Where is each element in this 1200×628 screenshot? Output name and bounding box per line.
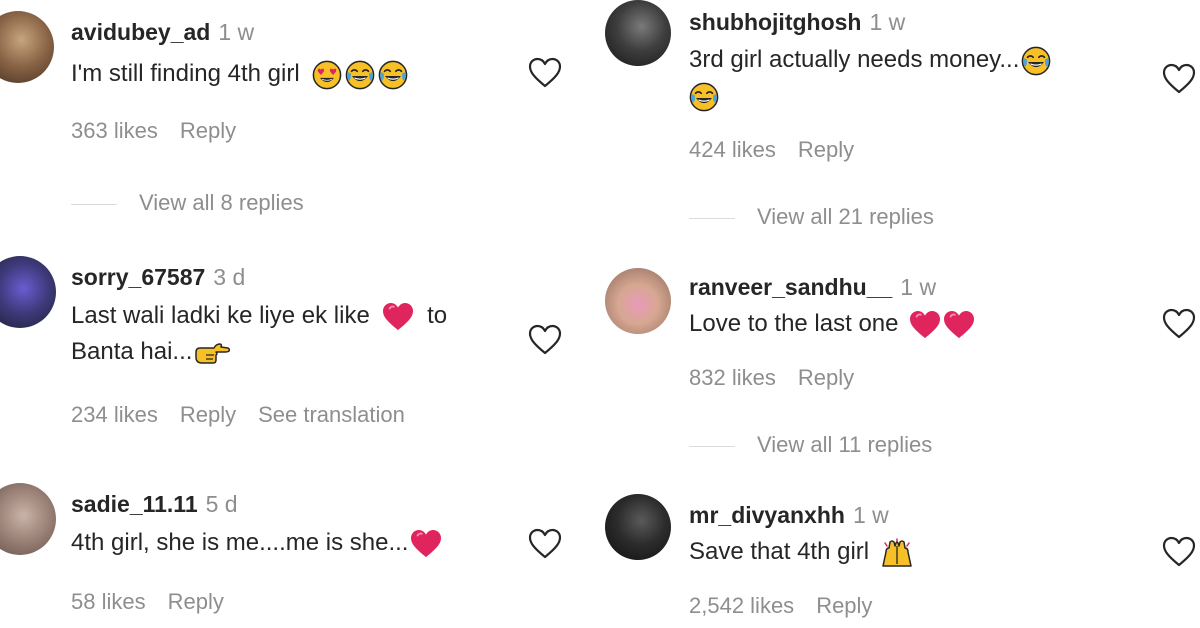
username[interactable]: mr_divyanxhh — [689, 502, 845, 528]
username[interactable]: avidubey_ad — [71, 19, 210, 45]
timestamp[interactable]: 3 d — [213, 264, 245, 290]
comment-text: Last wali ladki ke liye ek like to Banta… — [71, 302, 448, 366]
likes-count[interactable]: 234 likes — [71, 402, 158, 427]
like-heart-icon[interactable] — [1162, 63, 1196, 95]
raised-hands-emoji-icon — [880, 538, 914, 568]
joy-emoji-icon — [345, 60, 375, 90]
username[interactable]: ranveer_sandhu__ — [689, 274, 892, 300]
avatar[interactable] — [605, 0, 671, 66]
likes-count[interactable]: 2,542 likes — [689, 593, 794, 618]
red-heart-emoji-icon — [382, 302, 414, 332]
timestamp[interactable]: 5 d — [206, 491, 238, 517]
avatar[interactable] — [0, 11, 54, 83]
comment-text: 3rd girl actually needs money... — [689, 42, 1139, 114]
joy-emoji-icon — [1021, 46, 1051, 76]
timestamp[interactable]: 1 w — [218, 19, 254, 45]
like-heart-icon[interactable] — [528, 57, 562, 89]
joy-emoji-icon — [378, 60, 408, 90]
divider — [689, 217, 735, 219]
red-heart-emoji-icon — [410, 529, 442, 559]
comment-text: Love to the last one — [689, 306, 975, 342]
like-heart-icon[interactable] — [528, 324, 562, 356]
likes-count[interactable]: 424 likes — [689, 137, 776, 162]
avatar[interactable] — [0, 256, 56, 328]
joy-emoji-icon — [689, 82, 719, 112]
avatar[interactable] — [0, 483, 56, 555]
username[interactable]: shubhojitghosh — [689, 9, 861, 35]
avatar[interactable] — [605, 268, 671, 334]
timestamp[interactable]: 1 w — [900, 274, 936, 300]
view-replies-button[interactable]: View all 11 replies — [689, 431, 932, 459]
likes-count[interactable]: 363 likes — [71, 118, 158, 143]
see-translation-button[interactable]: See translation — [258, 402, 405, 427]
likes-count[interactable]: 832 likes — [689, 365, 776, 390]
pointing-right-emoji-icon — [194, 340, 230, 366]
timestamp[interactable]: 1 w — [869, 9, 905, 35]
username[interactable]: sadie_11.11 — [71, 491, 198, 517]
divider — [71, 203, 117, 205]
view-replies-button[interactable]: View all 21 replies — [689, 203, 934, 231]
reply-button[interactable]: Reply — [798, 365, 854, 390]
comment-text: Save that 4th girl — [689, 534, 914, 570]
like-heart-icon[interactable] — [528, 528, 562, 560]
reply-button[interactable]: Reply — [180, 118, 236, 143]
comment-text: I'm still finding 4th girl — [71, 56, 408, 92]
red-heart-emoji-icon — [909, 310, 941, 340]
like-heart-icon[interactable] — [1162, 536, 1196, 568]
reply-button[interactable]: Reply — [168, 589, 224, 614]
heart-eyes-emoji-icon — [312, 60, 342, 90]
avatar[interactable] — [605, 494, 671, 560]
reply-button[interactable]: Reply — [180, 402, 236, 427]
reply-button[interactable]: Reply — [798, 137, 854, 162]
red-heart-emoji-icon — [943, 310, 975, 340]
likes-count[interactable]: 58 likes — [71, 589, 146, 614]
comment-text: 4th girl, she is me....me is she... — [71, 525, 442, 561]
divider — [689, 445, 735, 447]
timestamp[interactable]: 1 w — [853, 502, 889, 528]
reply-button[interactable]: Reply — [816, 593, 872, 618]
username[interactable]: sorry_67587 — [71, 264, 205, 290]
view-replies-button[interactable]: View all 8 replies — [71, 189, 304, 217]
like-heart-icon[interactable] — [1162, 308, 1196, 340]
